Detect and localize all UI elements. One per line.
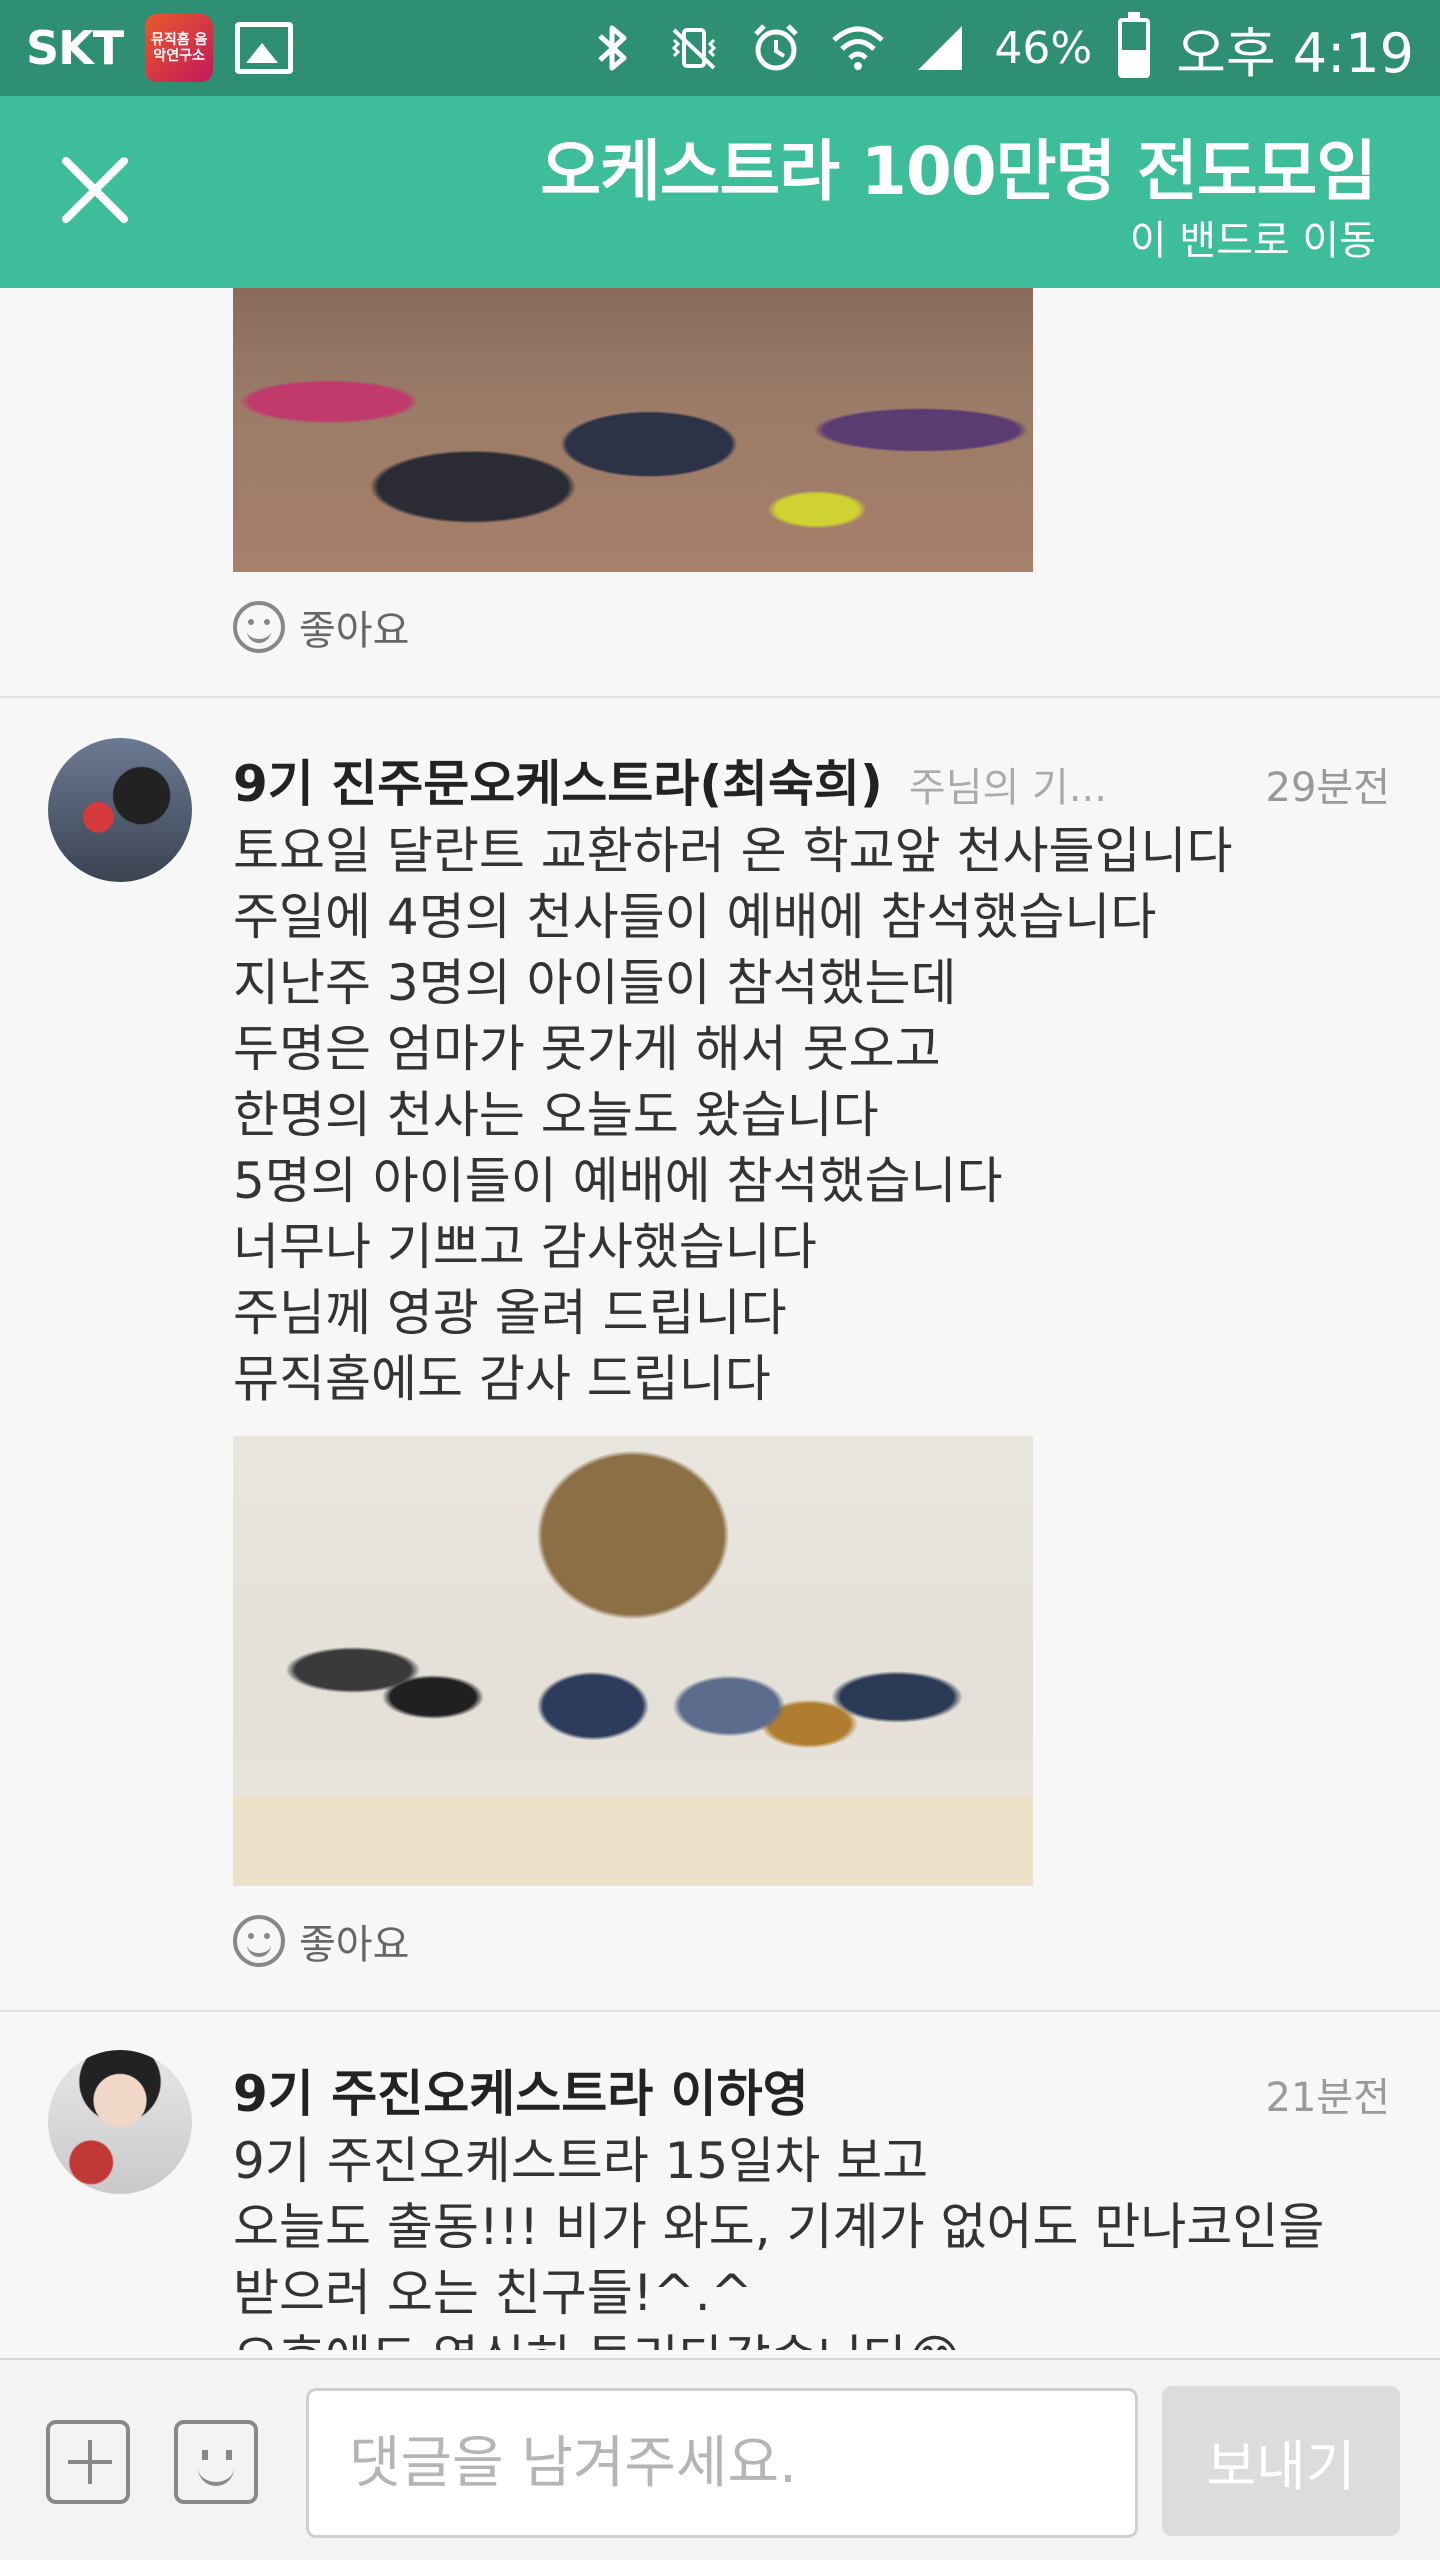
post-line: 지난주 3명의 아이들이 참석했는데 [233, 954, 957, 1012]
post-line: 주일에 4명의 천사들이 예배에 참석했습니다 [233, 888, 1157, 946]
post-line: 9기 주진오케스트라 15일차 보고 [233, 2132, 929, 2190]
divider [0, 696, 1440, 698]
status-bar: SKT 뮤직홈 음악연구소 46% 오후 4:19 [0, 0, 1440, 96]
post-body: 9기 주진오케스트라 15일차 보고 오늘도 출동!!! 비가 와도, 기계가 … [233, 2128, 1400, 2350]
post-body: 토요일 달란트 교환하러 온 학교앞 천사들입니다 주일에 4명의 천사들이 예… [233, 818, 1400, 1412]
band-header: 오케스트라 100만명 전도모임 이 밴드로 이동 [0, 96, 1440, 288]
go-to-band-link[interactable]: 이 밴드로 이동 [1130, 208, 1376, 266]
smile-icon [233, 601, 285, 653]
wifi-icon [832, 26, 885, 70]
post-header: 9기 주진오케스트라 이하영 21분전 [233, 2054, 1390, 2126]
avatar[interactable] [48, 738, 192, 882]
close-icon[interactable] [46, 140, 146, 240]
like-button[interactable]: 좋아요 [233, 598, 409, 656]
post-line: 뮤직홈에도 감사 드립니다 [233, 1350, 771, 1408]
band-title: 오케스트라 100만명 전도모임 [540, 133, 1377, 210]
feed[interactable]: 좋아요 9기 진주문오케스트라(최숙희) 주님의 기... 29분전 토요일 달… [0, 288, 1440, 2358]
like-label: 좋아요 [299, 608, 410, 654]
battery-percent: 46% [994, 22, 1093, 74]
like-label: 좋아요 [299, 1922, 410, 1968]
band-name[interactable]: 주님의 기... [909, 755, 1107, 813]
post-line: 한명의 천사는 오늘도 왔습니다 [233, 1086, 879, 1144]
comment-bar: 보내기 [0, 2358, 1440, 2560]
author-name[interactable]: 9기 진주문오케스트라(최숙희) [233, 744, 883, 816]
post-line: 오늘도 출동!!! 비가 와도, 기계가 없어도 만나코인을 [233, 2198, 1325, 2256]
attach-plus-icon[interactable] [46, 2420, 130, 2504]
post-photo[interactable] [233, 1436, 1033, 1886]
post-time: 29분전 [1265, 765, 1391, 811]
comment-input[interactable] [306, 2388, 1138, 2538]
post-line: 받으러 오는 친구들!^.^ [233, 2264, 753, 2322]
send-button[interactable]: 보내기 [1162, 2386, 1400, 2536]
post-time: 21분전 [1265, 2075, 1391, 2121]
post-photo[interactable] [233, 288, 1033, 572]
post-line: 오후에도 열심히 돌리다갑습니다😊 [233, 2326, 1400, 2350]
clock: 오후 4:19 [1176, 21, 1414, 85]
post-line: 두명은 엄마가 못가게 해서 못오고 [233, 1020, 941, 1078]
avatar[interactable] [48, 2050, 192, 2194]
music-home-app-icon: 뮤직홈 음악연구소 [145, 14, 214, 82]
vibrate-icon [672, 28, 717, 70]
alarm-icon [754, 24, 799, 71]
emoticon-icon[interactable] [174, 2420, 258, 2504]
carrier-label: SKT [26, 21, 124, 75]
like-button[interactable]: 좋아요 [233, 1912, 409, 1970]
post-line: 주님께 영광 올려 드립니다 [233, 1284, 787, 1342]
gallery-icon [235, 22, 294, 74]
battery-icon [1118, 12, 1151, 78]
post-line: 너무나 기쁘고 감사했습니다 [233, 1218, 817, 1276]
post-header: 9기 진주문오케스트라(최숙희) 주님의 기... 29분전 [233, 744, 1390, 816]
post-line: 토요일 달란트 교환하러 온 학교앞 천사들입니다 [233, 822, 1233, 880]
author-name[interactable]: 9기 주진오케스트라 이하영 [233, 2054, 809, 2126]
signal-icon [918, 26, 963, 70]
smile-icon [233, 1915, 285, 1967]
post-line: 5명의 아이들이 예배에 참석했습니다 [233, 1152, 1003, 1210]
divider [0, 2010, 1440, 2012]
bluetooth-icon [598, 25, 627, 71]
